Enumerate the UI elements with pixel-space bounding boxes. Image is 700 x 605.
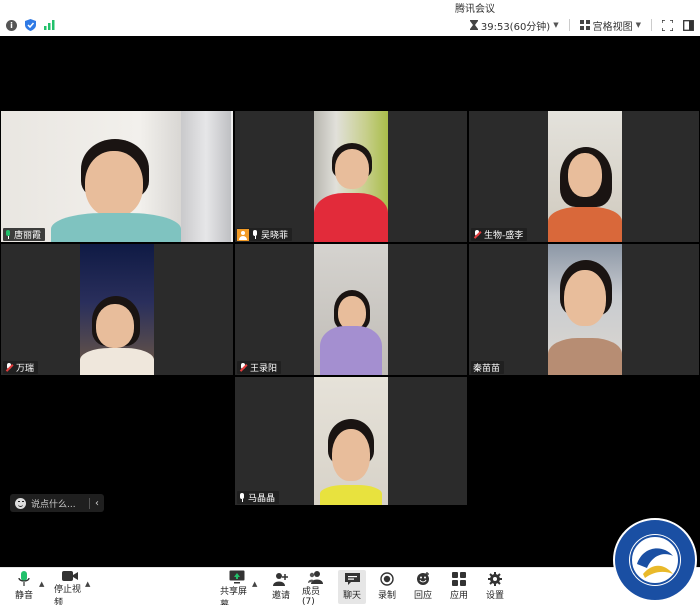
settings-label: 设置 [485,591,504,601]
participant-label: 王录阳 [237,361,282,374]
logo-emblem [629,534,681,586]
participant-name: 吴晓菲 [261,231,289,241]
chevron-down-icon: ▼ [635,21,641,29]
participant-label: 生物-盛李 [471,228,528,241]
reaction-label: 回应 [413,591,432,601]
chat-placeholder: 说点什么... [31,499,76,510]
mic-muted-icon [5,363,13,372]
chat-label: 聊天 [342,591,361,601]
invite-label: 邀请 [271,591,290,601]
chat-icon [344,573,360,585]
grid-icon [579,20,590,30]
apps-icon [452,572,466,586]
chat-button[interactable]: 聊天 [338,570,366,604]
mute-button[interactable]: 静音 [12,570,36,604]
title-bar: 腾讯会议 [0,0,700,15]
chevron-up-icon[interactable]: ▲ [85,580,90,588]
participant-name: 王录阳 [250,364,278,374]
participant-name: 唐丽霞 [14,231,42,241]
chevron-up-icon[interactable]: ▲ [39,580,44,588]
apps-label: 应用 [449,591,468,601]
view-mode-selector[interactable]: 宫格视图 ▼ [579,18,641,33]
participant-name: 生物-盛李 [484,231,524,241]
fullscreen-icon[interactable] [662,19,673,31]
add-user-icon [273,573,288,586]
shield-icon[interactable] [25,19,36,31]
users-icon [308,571,323,584]
video-tile[interactable]: 吴晓菲 [235,111,467,242]
participant-name: 秦苗苗 [473,364,501,374]
record-button[interactable]: 录制 [376,570,398,604]
participant-label: 唐丽霞 [3,228,46,241]
apps-button[interactable]: 应用 [448,570,470,604]
bottom-toolbar: 静音 ▲ 停止视频 ▲ 共享屏幕 ▲ 邀请 成员(7) 聊天 录制 回应 应用 … [0,567,700,605]
avatar-icon [237,228,249,241]
chevron-down-icon: ▼ [553,21,559,29]
sidebar-toggle-icon[interactable] [683,19,694,31]
window-title: 腾讯会议 [455,4,495,15]
members-label: 成员(7) [302,587,321,605]
participant-name: 马晶晶 [248,494,276,504]
video-tile[interactable]: 唐丽霞 [1,111,233,242]
video-tile[interactable]: 王录阳 [235,244,467,375]
divider [651,19,652,31]
meeting-timer[interactable]: 39:53(60分钟) ▼ [469,18,559,33]
share-screen-label: 共享屏幕 [220,587,248,605]
reaction-button[interactable]: 回应 [412,570,434,604]
stop-video-button[interactable]: 停止视频 [54,570,86,605]
participant-name: 万瑞 [16,364,35,374]
signal-icon[interactable] [44,20,55,30]
timer-text: 39:53(60分钟) [480,21,551,33]
invite-button[interactable]: 邀请 [270,570,292,604]
mic-icon [239,493,245,502]
video-tile[interactable]: 马晶晶 [235,377,467,505]
chevron-up-icon[interactable]: ▲ [252,580,257,588]
video-tile[interactable]: 万瑞 [1,244,233,375]
share-screen-icon [229,570,245,584]
share-screen-button[interactable]: 共享屏幕 [220,570,254,605]
video-tile[interactable]: 秦苗苗 [469,244,699,375]
microphone-icon [18,571,30,586]
school-logo [613,518,697,602]
settings-button[interactable]: 设置 [484,570,506,604]
mic-icon [252,230,258,239]
camera-icon [62,571,78,581]
mic-icon [5,230,11,239]
mic-muted-icon [473,230,481,239]
reaction-icon [416,572,429,585]
chat-input[interactable]: 说点什么... ‹ [10,494,104,512]
emoji-icon[interactable] [15,497,26,509]
mic-muted-icon [239,363,247,372]
hourglass-icon [469,20,478,30]
members-button[interactable]: 成员(7) [302,570,330,605]
mute-label: 静音 [14,591,33,601]
participant-label: 吴晓菲 [237,228,293,241]
status-bar: i 39:53(60分钟) ▼ 宫格视图 ▼ [0,14,700,36]
record-icon [380,572,394,586]
stop-video-label: 停止视频 [54,585,82,605]
video-tile[interactable]: 生物-盛李 [469,111,699,242]
video-grid: 唐丽霞 吴晓菲 生物-盛李 万瑞 王录阳 秦苗苗 马晶晶 说点什么... ‹ [0,36,700,567]
gear-icon [488,572,502,586]
record-label: 录制 [377,591,396,601]
participant-label: 秦苗苗 [471,361,505,374]
participant-label: 马晶晶 [237,491,280,504]
view-mode-text: 宫格视图 [592,21,633,33]
info-icon[interactable]: i [6,19,17,31]
chevron-left-icon[interactable]: ‹ [90,498,104,509]
divider [568,19,570,31]
participant-label: 万瑞 [3,361,39,374]
